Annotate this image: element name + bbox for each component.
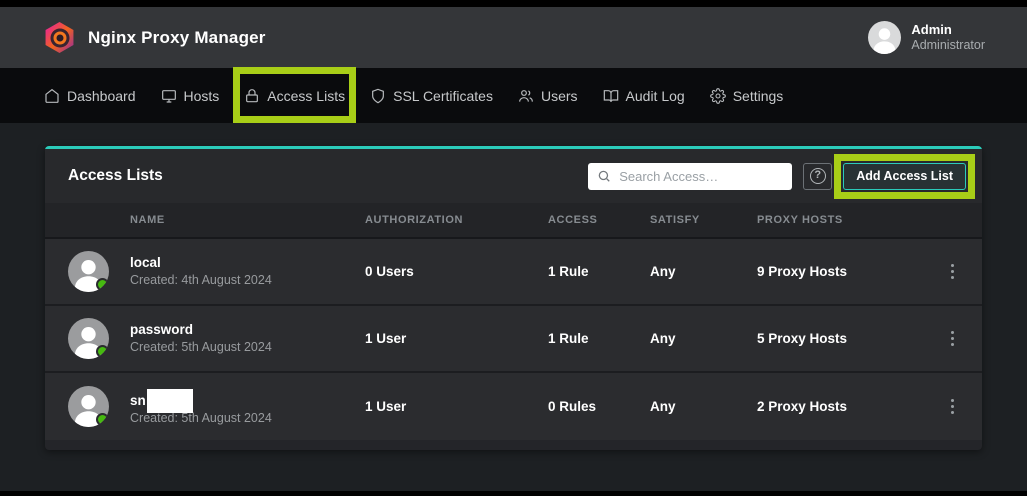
column-header-name: NAME bbox=[130, 214, 365, 226]
access-list-avatar bbox=[68, 318, 109, 359]
panel-header-actions: ? Add Access List bbox=[588, 163, 966, 190]
home-icon bbox=[44, 88, 60, 104]
user-meta: Admin Administrator bbox=[911, 22, 985, 53]
lock-icon bbox=[244, 88, 260, 104]
avatar-cell bbox=[45, 318, 130, 359]
status-dot-online bbox=[96, 278, 109, 291]
table-header-row: NAME AUTHORIZATION ACCESS SATISFY PROXY … bbox=[45, 203, 982, 239]
gear-icon bbox=[710, 88, 726, 104]
user-menu[interactable]: Admin Administrator bbox=[868, 21, 985, 54]
access-value: 1 Rule bbox=[548, 264, 650, 279]
name-cell: password Created: 5th August 2024 bbox=[130, 321, 365, 356]
nav-item-access-lists[interactable]: Access Lists bbox=[244, 88, 345, 104]
book-icon bbox=[603, 88, 619, 104]
access-list-avatar bbox=[68, 386, 109, 427]
nav-item-label: Audit Log bbox=[626, 88, 685, 104]
nav-item-label: SSL Certificates bbox=[393, 88, 493, 104]
created-date: Created: 5th August 2024 bbox=[130, 339, 365, 356]
nav-item-label: Hosts bbox=[184, 88, 220, 104]
kebab-menu-icon bbox=[951, 264, 954, 267]
authorization-value: 1 User bbox=[365, 399, 548, 414]
nav-item-dashboard[interactable]: Dashboard bbox=[44, 88, 136, 104]
kebab-menu-icon bbox=[951, 399, 954, 402]
app-title: Nginx Proxy Manager bbox=[88, 28, 266, 48]
content-area: Access Lists ? Add Access List bbox=[0, 123, 1027, 491]
column-header-authorization: AUTHORIZATION bbox=[365, 214, 548, 226]
proxy-hosts-value: 9 Proxy Hosts bbox=[757, 264, 925, 279]
nav-item-ssl-certificates[interactable]: SSL Certificates bbox=[370, 88, 493, 104]
status-dot-online bbox=[96, 345, 109, 358]
kebab-menu-icon bbox=[951, 331, 954, 334]
authorization-value: 1 User bbox=[365, 331, 548, 346]
table-row[interactable]: sn Created: 5th August 2024 1 User 0 Rul… bbox=[45, 373, 982, 440]
access-list-name[interactable]: password bbox=[130, 322, 193, 337]
proxy-hosts-value: 5 Proxy Hosts bbox=[757, 331, 925, 346]
monitor-icon bbox=[161, 88, 177, 104]
access-list-avatar bbox=[68, 251, 109, 292]
users-icon bbox=[518, 88, 534, 104]
nav-item-audit-log[interactable]: Audit Log bbox=[603, 88, 685, 104]
nav-item-hosts[interactable]: Hosts bbox=[161, 88, 220, 104]
status-dot-online bbox=[96, 413, 109, 426]
search-box bbox=[588, 163, 792, 190]
nav-item-label: Settings bbox=[733, 88, 784, 104]
satisfy-value: Any bbox=[650, 264, 757, 279]
main-nav: Dashboard Hosts Access Lists SSL Certifi… bbox=[0, 68, 1027, 123]
app-window: Nginx Proxy Manager Admin Administrator … bbox=[0, 7, 1027, 491]
name-cell: local Created: 4th August 2024 bbox=[130, 254, 365, 289]
app-logo-icon bbox=[44, 22, 75, 53]
name-cell: sn Created: 5th August 2024 bbox=[130, 386, 365, 427]
table-body: local Created: 4th August 2024 0 Users 1… bbox=[45, 239, 982, 440]
user-role: Administrator bbox=[911, 38, 985, 53]
nav-item-label: Dashboard bbox=[67, 88, 136, 104]
redaction-box bbox=[147, 389, 193, 413]
access-list-name[interactable]: local bbox=[130, 255, 161, 270]
row-actions-menu-button[interactable] bbox=[943, 325, 962, 352]
table-row[interactable]: local Created: 4th August 2024 0 Users 1… bbox=[45, 239, 982, 306]
search-access-input[interactable] bbox=[619, 169, 783, 184]
person-icon bbox=[868, 21, 901, 54]
nav-item-label: Access Lists bbox=[267, 88, 345, 104]
help-button[interactable]: ? bbox=[803, 163, 832, 190]
screen: { "app": { "title": "Nginx Proxy Manager… bbox=[0, 0, 1027, 496]
add-access-list-button[interactable]: Add Access List bbox=[843, 163, 966, 190]
access-value: 0 Rules bbox=[548, 399, 650, 414]
user-avatar bbox=[868, 21, 901, 54]
nav-item-users[interactable]: Users bbox=[518, 88, 578, 104]
proxy-hosts-value: 2 Proxy Hosts bbox=[757, 399, 925, 414]
panel-title: Access Lists bbox=[68, 167, 163, 185]
nav-item-label: Users bbox=[541, 88, 578, 104]
access-list-name[interactable]: sn bbox=[130, 393, 146, 408]
satisfy-value: Any bbox=[650, 399, 757, 414]
user-name: Admin bbox=[911, 22, 985, 38]
column-header-access: ACCESS bbox=[548, 214, 650, 226]
column-header-proxy-hosts: PROXY HOSTS bbox=[757, 214, 925, 226]
actions-cell bbox=[925, 393, 982, 420]
search-icon bbox=[597, 169, 611, 183]
top-bar: Nginx Proxy Manager Admin Administrator bbox=[0, 7, 1027, 68]
satisfy-value: Any bbox=[650, 331, 757, 346]
actions-cell bbox=[925, 325, 982, 352]
avatar-cell bbox=[45, 251, 130, 292]
brand[interactable]: Nginx Proxy Manager bbox=[44, 22, 266, 53]
authorization-value: 0 Users bbox=[365, 264, 548, 279]
access-value: 1 Rule bbox=[548, 331, 650, 346]
access-lists-panel: Access Lists ? Add Access List bbox=[45, 146, 982, 450]
avatar-cell bbox=[45, 386, 130, 427]
row-actions-menu-button[interactable] bbox=[943, 393, 962, 420]
created-date: Created: 4th August 2024 bbox=[130, 272, 365, 289]
column-header-satisfy: SATISFY bbox=[650, 214, 757, 226]
table-row[interactable]: password Created: 5th August 2024 1 User… bbox=[45, 306, 982, 373]
panel-header: Access Lists ? Add Access List bbox=[45, 149, 982, 203]
question-mark-icon: ? bbox=[810, 168, 826, 184]
row-actions-menu-button[interactable] bbox=[943, 258, 962, 285]
nav-item-settings[interactable]: Settings bbox=[710, 88, 784, 104]
actions-cell bbox=[925, 258, 982, 285]
shield-icon bbox=[370, 88, 386, 104]
